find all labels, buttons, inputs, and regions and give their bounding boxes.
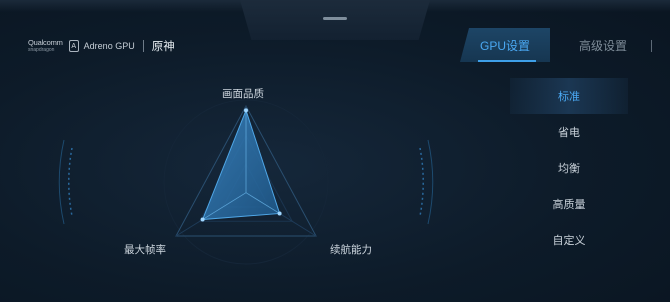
axis-label-quality: 画面品质 — [222, 88, 264, 100]
radar-value-point — [244, 108, 248, 113]
left-arc — [68, 147, 73, 217]
axis-label-fps: 最大帧率 — [124, 244, 166, 256]
left-arc-outer — [58, 139, 65, 225]
axis-label-battery: 续航能力 — [330, 244, 372, 256]
radar-value-point — [277, 211, 282, 216]
right-arc-outer — [427, 139, 434, 225]
right-arc — [419, 147, 424, 217]
radar-value-point — [200, 217, 205, 222]
